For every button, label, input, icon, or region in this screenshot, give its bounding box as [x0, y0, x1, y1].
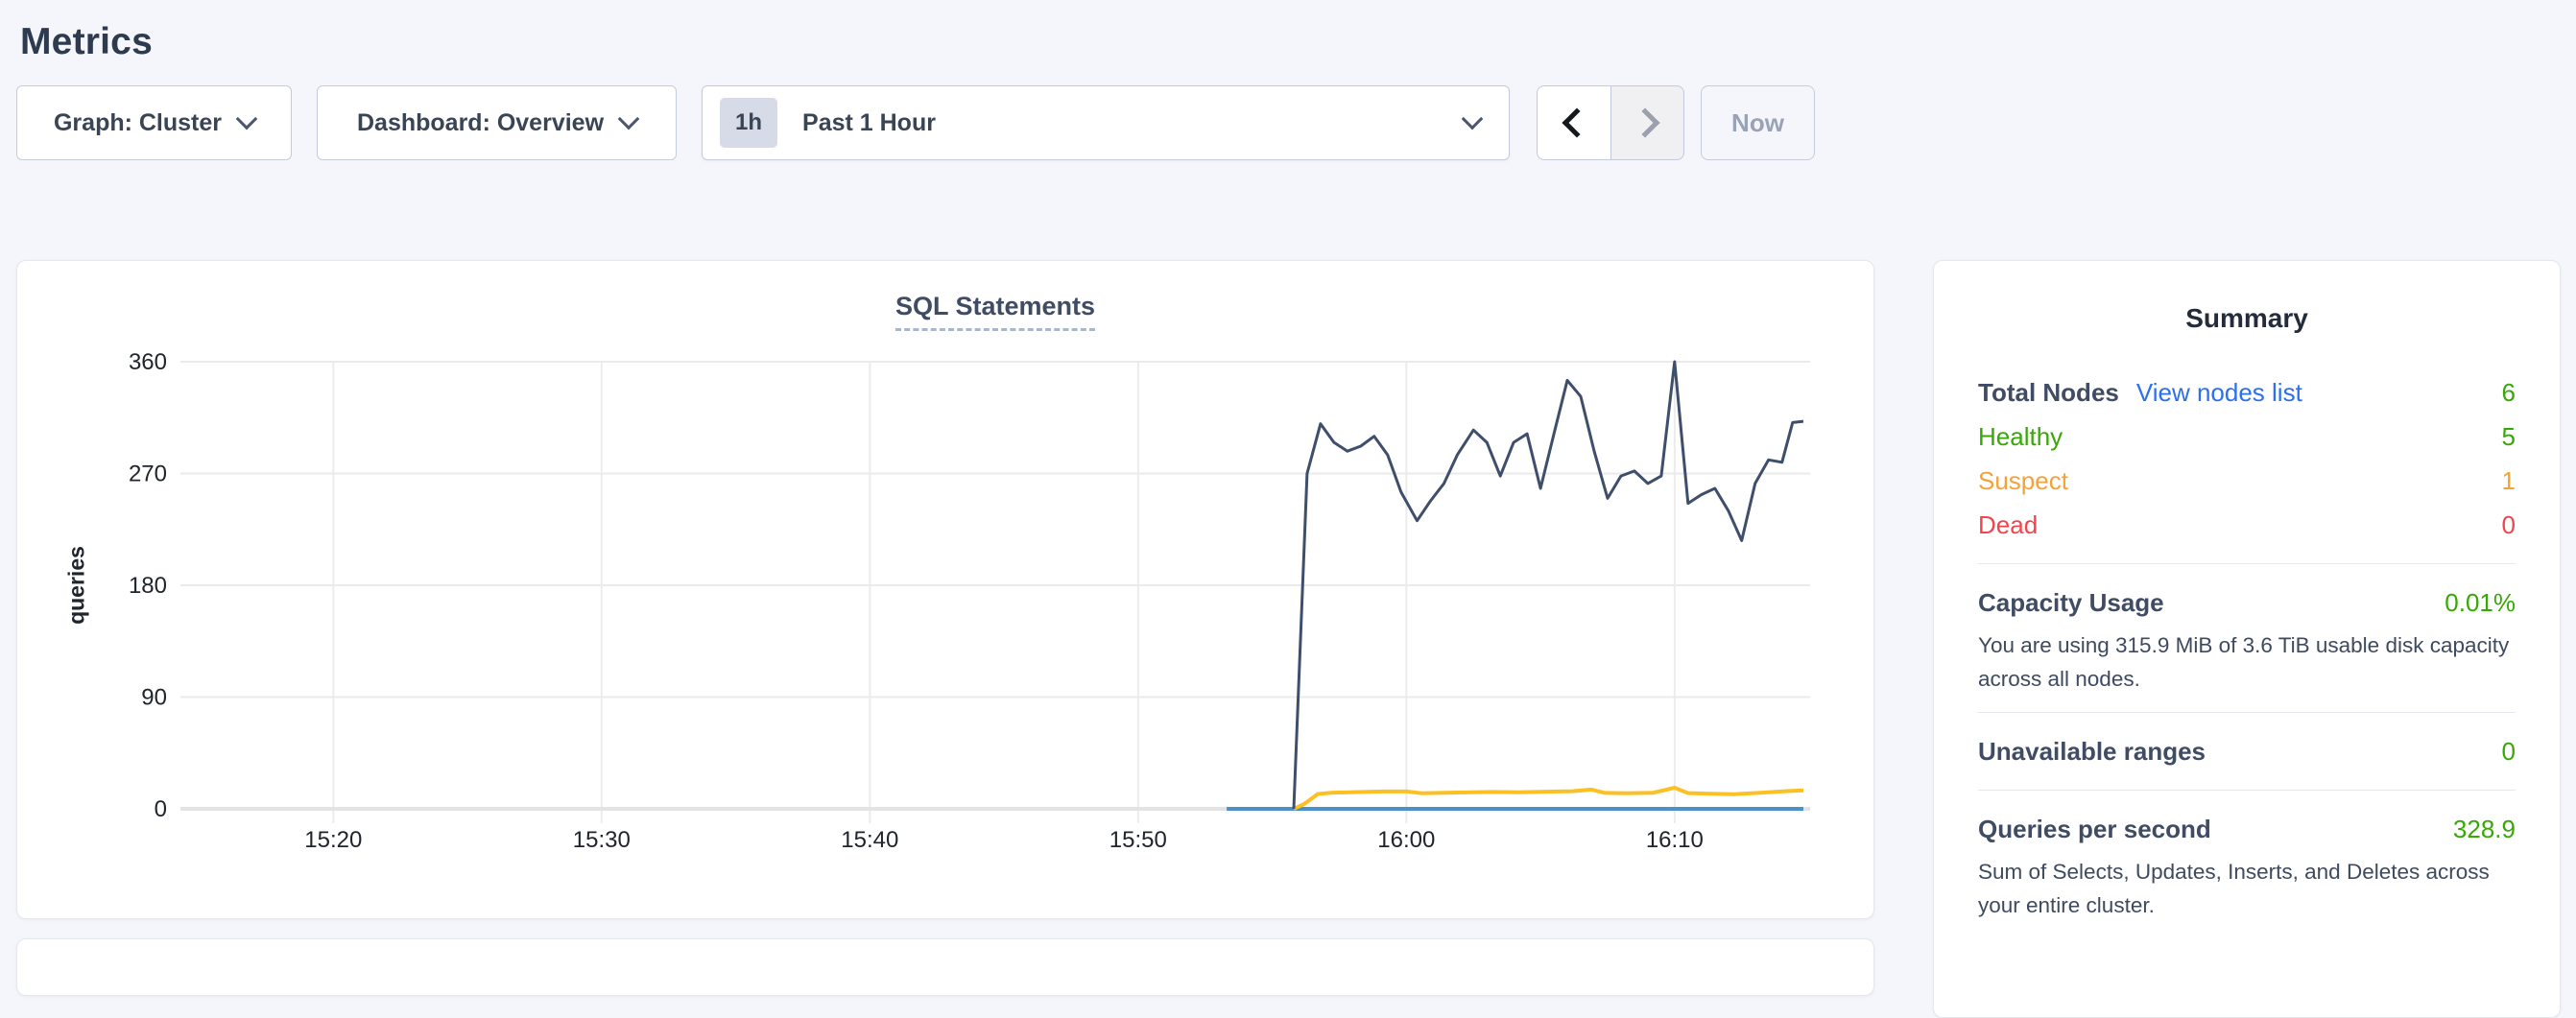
x-tick-label: 16:00	[1377, 827, 1435, 853]
total-nodes-row: Total Nodes View nodes list 6	[1978, 370, 2516, 414]
dead-nodes-row: Dead 0	[1978, 503, 2516, 547]
x-tick-label: 15:50	[1109, 827, 1167, 853]
y-tick-label: 0	[155, 796, 167, 822]
dashboard-dropdown-label: Dashboard: Overview	[357, 109, 604, 137]
summary-panel: Summary Total Nodes View nodes list 6 He…	[1933, 260, 2561, 1018]
divider	[1978, 712, 2516, 713]
page-title: Metrics	[20, 21, 153, 63]
dead-label: Dead	[1978, 510, 2038, 540]
capacity-usage-value: 0.01%	[2445, 588, 2516, 618]
capacity-usage-description: You are using 315.9 MiB of 3.6 TiB usabl…	[1978, 628, 2516, 696]
chevron-down-icon	[236, 108, 258, 130]
divider	[1978, 563, 2516, 564]
chevron-down-icon	[618, 108, 640, 130]
dashboard-dropdown[interactable]: Dashboard: Overview	[317, 85, 677, 160]
graph-dropdown-label: Graph: Cluster	[54, 109, 222, 137]
time-window-label: Past 1 Hour	[802, 109, 936, 137]
sql-statements-plot[interactable]: 15:20 15:30 15:40 15:50 16:00 16:10 0 90 180 270 3…	[17, 261, 1875, 920]
divider	[1978, 790, 2516, 791]
sql-statements-chart-card: SQL Statements queries 15:2015:3015:4015…	[16, 260, 1874, 919]
now-button[interactable]: Now	[1701, 85, 1815, 160]
unavailable-ranges-row: Unavailable ranges 0	[1978, 729, 2516, 773]
summary-title: Summary	[1978, 303, 2516, 334]
y-tick-label: 90	[141, 685, 167, 711]
x-tick-label: 16:10	[1646, 827, 1704, 853]
total-nodes-label: Total Nodes	[1978, 378, 2119, 408]
yellow-series-line	[1294, 788, 1803, 809]
chevron-right-icon	[1630, 107, 1659, 137]
suspect-nodes-row: Suspect 1	[1978, 459, 2516, 503]
next-chart-card	[16, 938, 1874, 996]
suspect-value: 1	[2502, 466, 2516, 496]
graph-dropdown[interactable]: Graph: Cluster	[16, 85, 292, 160]
total-nodes-value: 6	[2502, 378, 2516, 408]
healthy-nodes-row: Healthy 5	[1978, 414, 2516, 459]
capacity-usage-row: Capacity Usage 0.01%	[1978, 580, 2516, 625]
suspect-label: Suspect	[1978, 466, 2068, 496]
time-window-selector[interactable]: 1h Past 1 Hour	[702, 85, 1510, 160]
x-tick-label: 15:20	[304, 827, 362, 853]
queries-per-second-value: 328.9	[2453, 815, 2516, 844]
queries-per-second-row: Queries per second 328.9	[1978, 807, 2516, 851]
x-tick-label: 15:40	[841, 827, 898, 853]
time-window-badge: 1h	[720, 98, 777, 148]
now-button-label: Now	[1731, 108, 1784, 138]
queries-per-second-description: Sum of Selects, Updates, Inserts, and De…	[1978, 855, 2516, 922]
y-tick-label: 270	[129, 462, 167, 487]
capacity-usage-label: Capacity Usage	[1978, 588, 2164, 618]
healthy-value: 5	[2502, 422, 2516, 452]
y-tick-label: 360	[129, 349, 167, 375]
healthy-label: Healthy	[1978, 422, 2063, 452]
chevron-left-icon	[1562, 107, 1591, 137]
queries-per-second-label: Queries per second	[1978, 815, 2211, 844]
x-tick-label: 15:30	[573, 827, 631, 853]
unavailable-ranges-value: 0	[2502, 737, 2516, 767]
time-nav-buttons	[1537, 85, 1684, 160]
view-nodes-list-link[interactable]: View nodes list	[2136, 378, 2302, 408]
prev-timerange-button[interactable]	[1537, 85, 1610, 160]
dead-value: 0	[2502, 510, 2516, 540]
unavailable-ranges-label: Unavailable ranges	[1978, 737, 2206, 767]
y-tick-label: 180	[129, 573, 167, 599]
chevron-down-icon	[1462, 108, 1484, 130]
next-timerange-button-disabled[interactable]	[1610, 85, 1684, 160]
